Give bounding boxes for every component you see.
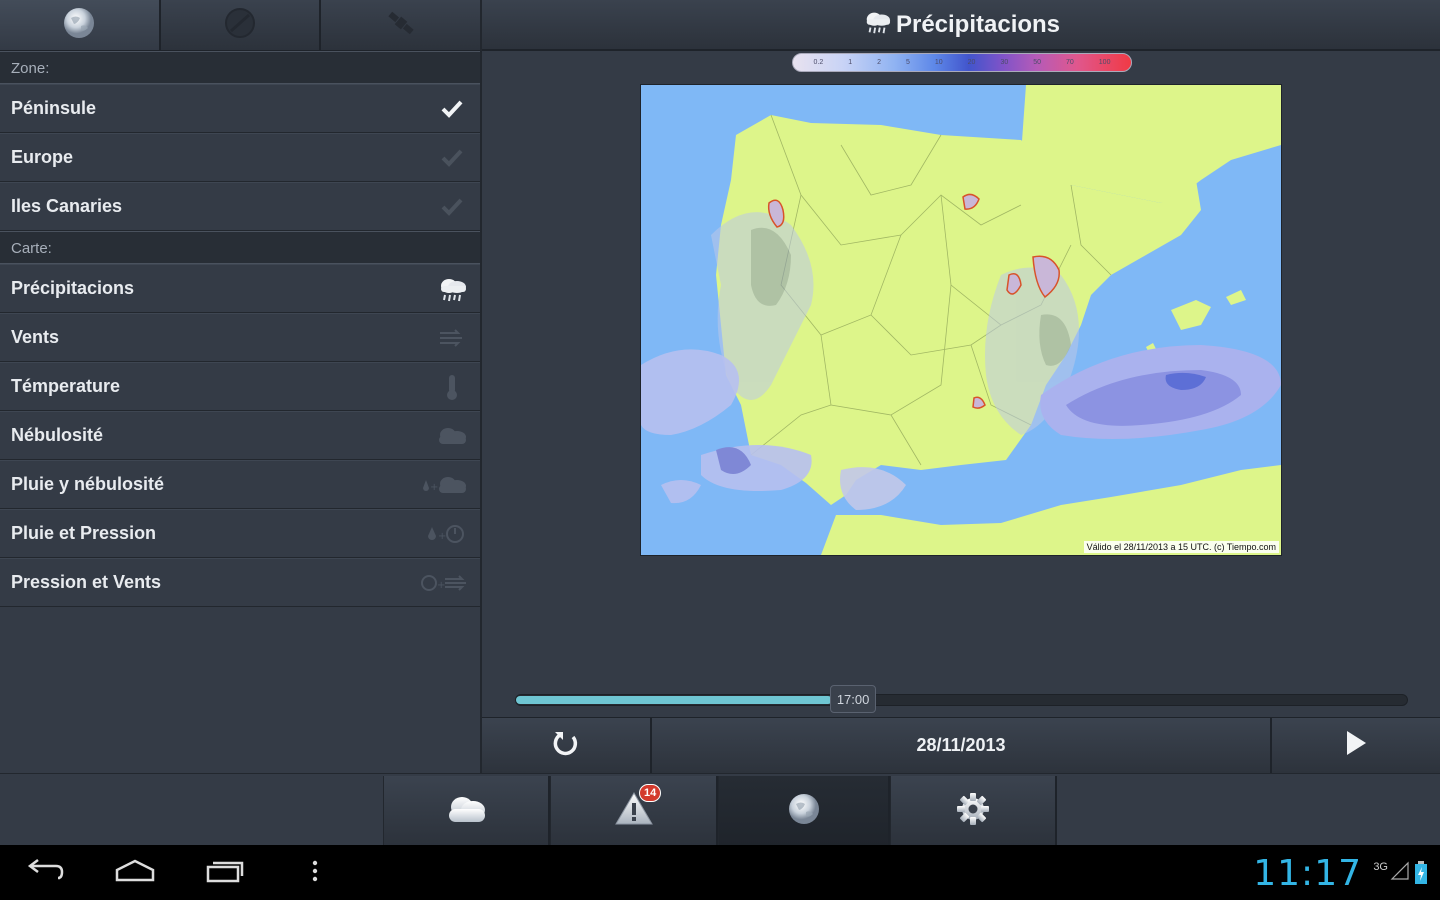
legend-tick: 30	[1000, 59, 1009, 66]
pressure-wind-icon: +	[419, 566, 469, 600]
title-bar: Précipitacions	[482, 0, 1440, 51]
rain-pressure-icon: +	[419, 517, 469, 551]
map-item-nebulosite[interactable]: Nébulosité	[0, 411, 480, 460]
nav-warnings[interactable]: 14	[550, 776, 718, 846]
precipitation-legend: 0.2 1 2 5 10 20 30 50 70 100	[792, 53, 1132, 72]
map-item-label: Pluie et Pression	[11, 523, 157, 543]
cloud-icon	[435, 419, 469, 453]
legend-tick: 0.2	[813, 59, 824, 66]
timeline-slider[interactable]	[515, 694, 1408, 706]
signal-icon	[1390, 859, 1410, 886]
map-item-label: Vents	[11, 327, 60, 347]
satellite-icon	[384, 6, 418, 45]
date-display: 28/11/2013	[652, 717, 1272, 773]
overflow-menu-icon	[310, 859, 320, 888]
nav-settings[interactable]	[890, 776, 1057, 846]
nav-maps[interactable]	[718, 776, 890, 846]
zone-item-canaries[interactable]: Iles Canaries	[0, 182, 480, 231]
legend-tick: 1	[848, 59, 853, 66]
precipitation-map[interactable]: Válido el 28/11/2013 a 15 UTC. (c) Tiemp…	[640, 84, 1282, 556]
globe-icon	[62, 6, 96, 45]
rain-cloud-icon	[435, 272, 469, 306]
map-item-label: Pression et Vents	[11, 572, 162, 592]
map-item-pluie-pression[interactable]: Pluie et Pression +	[0, 509, 480, 558]
zone-item-peninsule[interactable]: Péninsule	[0, 84, 480, 133]
settings-gear-icon	[956, 792, 990, 831]
battery-icon	[1414, 861, 1428, 885]
warning-count-badge: 14	[639, 784, 662, 802]
thermometer-icon	[435, 370, 469, 404]
map-item-pression-vents[interactable]: Pression et Vents +	[0, 558, 480, 607]
checkmark-icon	[435, 92, 469, 126]
play-icon	[1344, 729, 1368, 762]
zone-section-header: Zone:	[0, 51, 480, 84]
playback-controls: 28/11/2013	[482, 717, 1440, 773]
bottom-nav: 14	[0, 773, 1440, 846]
svg-text:+: +	[430, 482, 438, 493]
page-title: Précipitacions	[895, 10, 1061, 38]
rain-cloud-combo-icon: +	[419, 468, 469, 502]
map-item-pluie-nebulosite[interactable]: Pluie y nébulosité +	[0, 460, 480, 509]
tab-satellite[interactable]	[321, 0, 481, 51]
wind-icon	[435, 321, 469, 355]
map-item-label: Témperature	[11, 376, 121, 396]
top-tabs	[0, 0, 481, 51]
system-bar: 11:17 3G	[0, 845, 1440, 900]
svg-text:+: +	[437, 580, 445, 591]
zone-item-label: Europe	[11, 147, 74, 167]
right-panel: Précipitacions 0.2 1 2 5 10 20 30 50 70 …	[480, 0, 1440, 773]
legend-tick: 100	[1098, 59, 1111, 66]
back-button[interactable]	[20, 855, 70, 891]
map-item-label: Nébulosité	[11, 425, 104, 445]
network-type: 3G	[1373, 861, 1388, 873]
home-icon	[113, 858, 157, 889]
overflow-menu-button[interactable]	[290, 855, 340, 891]
left-panel: Zone: Péninsule Europe Iles Canaries Car…	[0, 0, 481, 773]
svg-text:+: +	[438, 531, 446, 542]
legend-tick: 10	[934, 59, 943, 66]
nav-forecast[interactable]	[383, 776, 550, 846]
map-item-temperature[interactable]: Témperature	[0, 362, 480, 411]
tab-globe[interactable]	[0, 0, 161, 51]
refresh-button[interactable]	[482, 717, 652, 773]
map-caption: Válido el 28/11/2013 a 15 UTC. (c) Tiemp…	[1083, 541, 1279, 553]
map-item-label: Précipitacions	[11, 278, 135, 298]
legend-tick: 2	[877, 59, 881, 66]
timeline-progress-fill	[516, 696, 833, 704]
map-item-vents[interactable]: Vents	[0, 313, 480, 362]
status-clock: 11:17	[1253, 853, 1362, 894]
timeline-thumb[interactable]: 17:00	[830, 685, 877, 713]
map-item-precipitacions[interactable]: Précipitacions	[0, 264, 480, 313]
zone-item-europe[interactable]: Europe	[0, 133, 480, 182]
recent-apps-button[interactable]	[200, 855, 250, 891]
back-icon	[24, 858, 66, 889]
legend-tick: 70	[1066, 59, 1074, 66]
globe-icon	[787, 792, 821, 831]
legend-tick: 20	[967, 59, 976, 66]
home-button[interactable]	[110, 855, 160, 891]
map-image	[641, 85, 1281, 555]
tab-radar[interactable]	[160, 0, 322, 51]
zone-item-label: Iles Canaries	[11, 196, 123, 216]
checkmark-icon	[435, 141, 469, 175]
zone-item-label: Péninsule	[11, 98, 97, 118]
radar-icon	[224, 7, 256, 44]
play-button[interactable]	[1272, 717, 1440, 773]
recent-apps-icon	[204, 858, 246, 889]
rain-cloud-icon	[862, 8, 892, 41]
map-section-header: Carte:	[0, 231, 480, 264]
legend-tick: 50	[1033, 59, 1042, 66]
map-item-label: Pluie y nébulosité	[11, 474, 165, 494]
checkmark-icon	[435, 190, 469, 224]
refresh-icon	[552, 729, 580, 762]
forecast-cloud-icon	[445, 792, 487, 831]
legend-tick: 5	[905, 59, 910, 66]
